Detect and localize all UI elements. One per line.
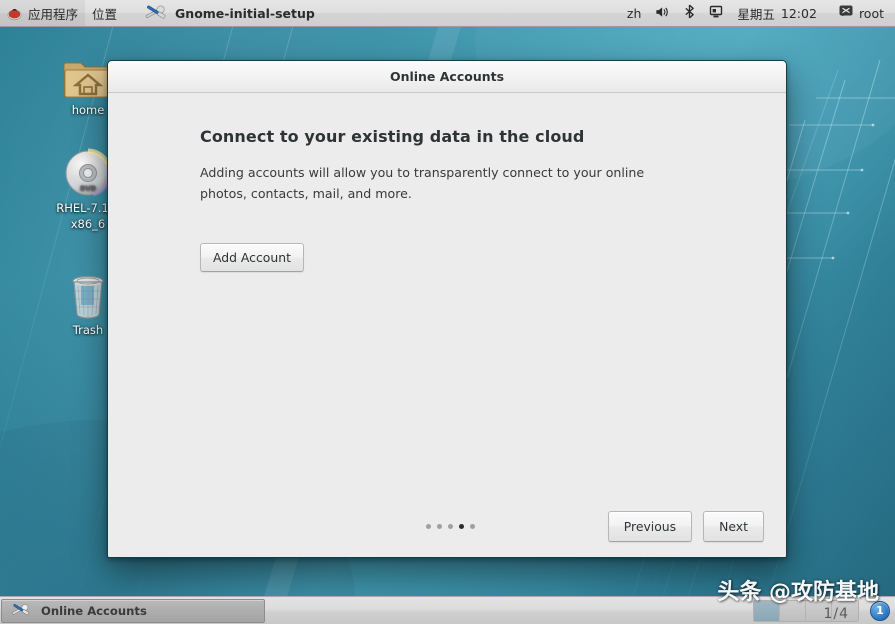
- dialog-description: Adding accounts will allow you to transp…: [200, 163, 680, 205]
- clock-day-label: 星期五: [737, 4, 775, 23]
- taskbar-item-online-accounts[interactable]: Online Accounts: [1, 599, 265, 623]
- workspace-switcher[interactable]: [753, 600, 859, 622]
- dialog-footer: Previous Next: [108, 495, 786, 557]
- display-icon: [709, 5, 723, 22]
- clock-button[interactable]: 星期五 12:02: [730, 0, 824, 26]
- applications-menu-label: 应用程序: [28, 4, 78, 23]
- bluetooth-button[interactable]: [677, 0, 702, 26]
- input-method-label: zh: [627, 6, 641, 21]
- dialog-title: Online Accounts: [390, 69, 504, 84]
- workspace-2[interactable]: [780, 601, 806, 621]
- online-accounts-dialog: Online Accounts Connect to your existing…: [107, 60, 787, 558]
- dialog-heading: Connect to your existing data in the clo…: [200, 127, 746, 146]
- tools-icon: [143, 1, 169, 26]
- top-panel-left: 应用程序 位置: [0, 0, 322, 27]
- volume-icon: [655, 5, 670, 22]
- next-button[interactable]: Next: [703, 511, 764, 542]
- notification-badge[interactable]: 1: [870, 601, 890, 621]
- dialog-action-buttons: Previous Next: [608, 511, 764, 542]
- input-method-indicator[interactable]: zh: [620, 0, 648, 26]
- bluetooth-icon: [684, 4, 695, 22]
- display-button[interactable]: [702, 0, 730, 26]
- clock-time-label: 12:02: [781, 6, 817, 21]
- active-window-title: Gnome-initial-setup: [175, 6, 315, 21]
- taskbar-item-label: Online Accounts: [41, 604, 147, 618]
- dialog-body: Connect to your existing data in the clo…: [108, 93, 786, 495]
- workspace-4[interactable]: [832, 601, 858, 621]
- active-window-button[interactable]: Gnome-initial-setup: [136, 0, 322, 26]
- places-menu[interactable]: 位置: [85, 0, 124, 26]
- user-menu[interactable]: root: [832, 0, 891, 26]
- svg-text:DVD: DVD: [80, 184, 96, 192]
- page-dot-2: [437, 524, 442, 529]
- desktop-screen: home DVD RHEL-7.1 S: [0, 0, 895, 624]
- top-panel-status-area: zh: [620, 0, 895, 27]
- previous-button[interactable]: Previous: [608, 511, 692, 542]
- redhat-icon: [7, 6, 22, 21]
- top-panel: 应用程序 位置: [0, 0, 895, 27]
- tools-icon: [10, 600, 32, 622]
- page-dot-3: [448, 524, 453, 529]
- bottom-panel: Online Accounts 1 1/4: [0, 596, 895, 624]
- add-account-area: Add Account: [200, 243, 746, 272]
- dialog-titlebar: Online Accounts: [108, 61, 786, 93]
- page-dot-1: [426, 524, 431, 529]
- bottom-panel-right: 1: [753, 597, 895, 624]
- volume-button[interactable]: [648, 0, 677, 26]
- page-indicator-dots: [426, 524, 475, 529]
- message-icon: [839, 5, 853, 21]
- workspace-3[interactable]: [806, 601, 832, 621]
- places-menu-label: 位置: [92, 4, 117, 23]
- applications-menu[interactable]: 应用程序: [0, 0, 85, 26]
- window-task-list: Online Accounts: [0, 597, 265, 624]
- add-account-button[interactable]: Add Account: [200, 243, 304, 272]
- workspace-1[interactable]: [754, 601, 780, 621]
- page-dot-5: [470, 524, 475, 529]
- user-name-label: root: [859, 6, 884, 21]
- page-dot-4-active: [459, 524, 464, 529]
